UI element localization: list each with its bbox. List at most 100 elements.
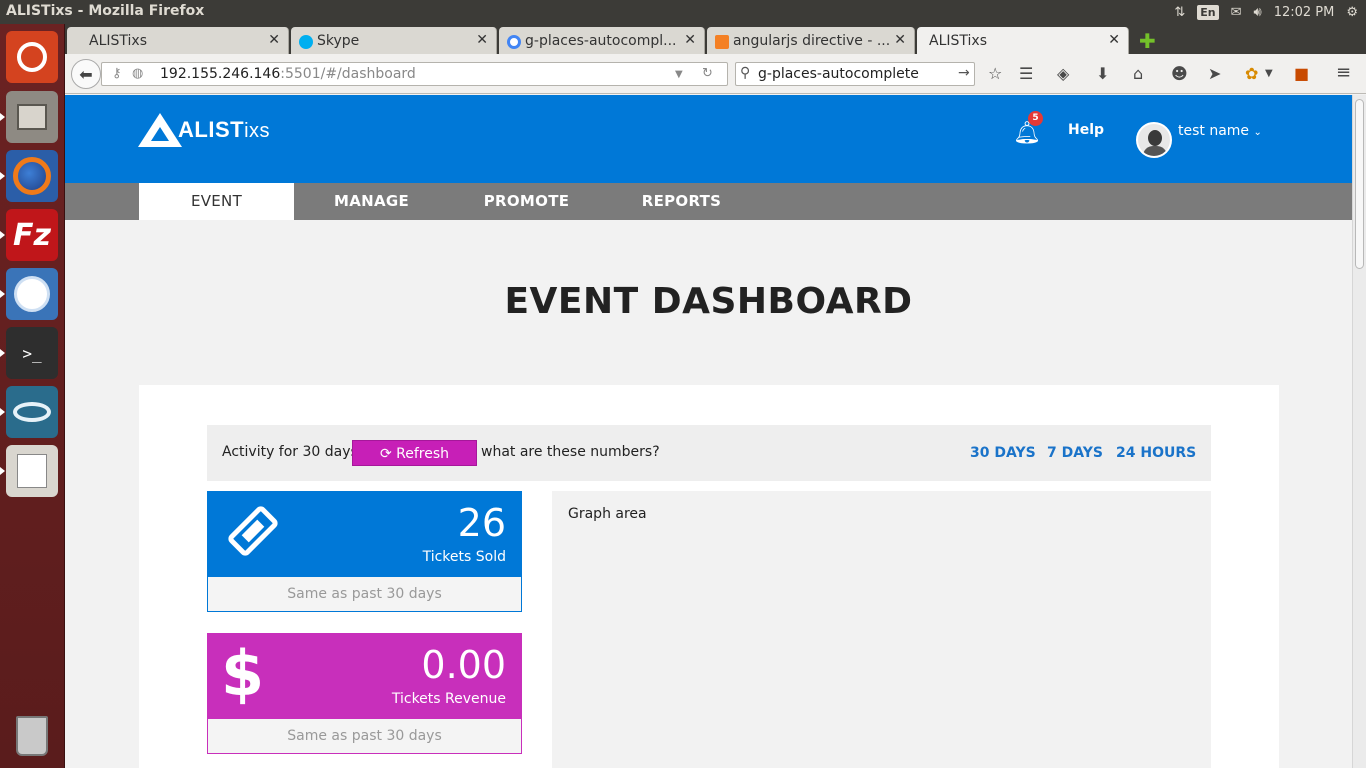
unity-launcher: Fz >_ <box>0 24 65 768</box>
home-icon[interactable]: ⌂ <box>1133 64 1143 83</box>
logo-mark-icon <box>138 113 182 147</box>
reload-icon[interactable]: ↻ <box>702 66 713 81</box>
ubuntu-dash-icon[interactable] <box>6 31 58 83</box>
menu-hamburger-icon[interactable]: ≡ <box>1336 62 1351 83</box>
filezilla-icon[interactable]: Fz <box>0 209 58 261</box>
range-7-days[interactable]: 7 DAYS <box>1047 445 1103 461</box>
clock-app-icon[interactable] <box>0 268 58 320</box>
addon-icon[interactable]: ■ <box>1294 64 1309 83</box>
search-bar[interactable]: ⚲ g-places-autocomplete → <box>735 62 975 86</box>
google-favicon-icon <box>507 35 521 49</box>
pocket-icon[interactable]: ◈ <box>1057 64 1069 83</box>
main-nav: EVENT MANAGE PROMOTE REPORTS <box>65 183 1352 220</box>
activity-label: Activity for 30 days <box>222 444 358 460</box>
url-text: 192.155.246.146:5501/#/dashboard <box>160 66 416 82</box>
help-link[interactable]: Help <box>1068 122 1104 138</box>
graph-area: Graph area <box>552 491 1211 768</box>
tab-g-places[interactable]: g-places-autocompl... ✕ <box>499 27 705 54</box>
browser-navigation-bar: ⬅ ⚷ ◍ 192.155.246.146:5501/#/dashboard ▼… <box>65 54 1366 94</box>
clock[interactable]: 12:02 PM <box>1274 5 1335 20</box>
chat-icon[interactable]: ☻ <box>1171 64 1188 83</box>
tickets-sold-label: Tickets Sold <box>422 549 506 565</box>
close-icon[interactable]: ✕ <box>268 32 280 48</box>
tab-promote[interactable]: PROMOTE <box>449 183 604 220</box>
key-icon: ⚷ <box>112 66 122 81</box>
search-value: g-places-autocomplete <box>758 66 919 82</box>
extension-dropdown-icon[interactable]: ▼ <box>1265 68 1273 79</box>
network-updown-icon[interactable]: ⇅ <box>1174 5 1185 20</box>
web-page: ALISTixs 🔔︎ 5 Help test name ⌄ EVENT MAN… <box>65 95 1352 768</box>
close-icon[interactable]: ✕ <box>894 32 906 48</box>
volume-icon[interactable]: 🔊︎ <box>1253 5 1261 20</box>
search-icon: ⚲ <box>740 65 751 81</box>
tab-label: ALISTixs <box>89 33 147 49</box>
tickets-revenue-value: 0.00 <box>421 643 506 687</box>
system-tray: ⇅ En ✉ 🔊︎ 12:02 PM ⚙ <box>1174 0 1366 24</box>
tab-angularjs[interactable]: angularjs directive - ... ✕ <box>707 27 915 54</box>
close-icon[interactable]: ✕ <box>1108 32 1120 48</box>
trash-icon[interactable] <box>6 710 58 762</box>
bookmark-star-icon[interactable]: ☆ <box>988 64 1002 83</box>
globe-icon: ◍ <box>132 66 144 81</box>
text-editor-icon[interactable] <box>0 445 58 497</box>
mail-icon[interactable]: ✉ <box>1231 5 1242 20</box>
range-24-hours[interactable]: 24 HOURS <box>1116 445 1196 461</box>
remote-desktop-icon[interactable] <box>0 386 58 438</box>
skype-favicon-icon <box>299 35 313 49</box>
dollar-icon: $ <box>221 637 265 710</box>
stackoverflow-favicon-icon <box>715 35 729 49</box>
files-icon[interactable] <box>0 91 58 143</box>
extension-icon[interactable]: ✿ <box>1245 64 1258 83</box>
keyboard-layout-indicator[interactable]: En <box>1197 4 1219 20</box>
tab-label: g-places-autocompl... <box>525 33 677 49</box>
tickets-sold-card: 26 Tickets Sold Same as past 30 days <box>207 491 522 612</box>
terminal-icon[interactable]: >_ <box>0 327 58 379</box>
activity-bar: Activity for 30 days ⟳ Refresh what are … <box>207 425 1211 481</box>
page-scrollbar[interactable] <box>1352 95 1366 768</box>
alistixs-logo[interactable]: ALISTixs <box>138 113 270 147</box>
close-icon[interactable]: ✕ <box>684 32 696 48</box>
user-menu[interactable]: test name ⌄ <box>1178 123 1262 139</box>
new-tab-plus-icon[interactable]: ✚ <box>1139 29 1156 53</box>
tab-label: angularjs directive - ... <box>733 33 891 49</box>
browser-tab-strip: ALISTixs ✕ Skype ✕ g-places-autocompl...… <box>65 24 1366 54</box>
firefox-icon[interactable] <box>0 150 58 202</box>
tickets-revenue-card: $ 0.00 Tickets Revenue Same as past 30 d… <box>207 633 522 754</box>
refresh-button[interactable]: ⟳ Refresh <box>352 440 477 466</box>
tab-alistixs-1[interactable]: ALISTixs ✕ <box>67 27 289 54</box>
downloads-icon[interactable]: ⬇ <box>1096 64 1109 83</box>
graph-area-label: Graph area <box>568 506 647 522</box>
range-30-days[interactable]: 30 DAYS <box>970 445 1036 461</box>
tab-event[interactable]: EVENT <box>139 183 294 220</box>
close-icon[interactable]: ✕ <box>476 32 488 48</box>
back-arrow-icon[interactable]: ⬅ <box>71 59 101 89</box>
scrollbar-thumb[interactable] <box>1355 99 1364 269</box>
tab-reports[interactable]: REPORTS <box>604 183 759 220</box>
notification-count-badge: 5 <box>1028 111 1043 126</box>
dashboard-panel: Activity for 30 days ⟳ Refresh what are … <box>139 385 1279 768</box>
ticket-icon <box>228 506 278 556</box>
tickets-sold-value: 26 <box>457 501 506 545</box>
tab-manage[interactable]: MANAGE <box>294 183 449 220</box>
tab-skype[interactable]: Skype ✕ <box>291 27 497 54</box>
tab-label: Skype <box>317 33 360 49</box>
search-go-arrow-icon[interactable]: → <box>958 65 970 81</box>
bookmarks-list-icon[interactable]: ☰ <box>1019 64 1033 83</box>
send-icon[interactable]: ➤ <box>1208 64 1221 83</box>
settings-gear-icon[interactable]: ⚙ <box>1346 5 1358 20</box>
tickets-sold-footer: Same as past 30 days <box>207 577 522 612</box>
avatar[interactable] <box>1136 122 1172 158</box>
numbers-help-text[interactable]: what are these numbers? <box>481 444 660 460</box>
chevron-down-icon: ⌄ <box>1253 127 1262 138</box>
tickets-revenue-label: Tickets Revenue <box>391 691 506 707</box>
tickets-revenue-footer: Same as past 30 days <box>207 719 522 754</box>
refresh-icon: ⟳ <box>379 446 392 462</box>
url-bar[interactable]: ⚷ ◍ 192.155.246.146:5501/#/dashboard ▼ ↻ <box>101 62 728 86</box>
tab-alistixs-active[interactable]: ALISTixs ✕ <box>917 27 1129 54</box>
url-dropdown-icon[interactable]: ▼ <box>675 69 683 80</box>
page-title: EVENT DASHBOARD <box>504 281 913 322</box>
system-top-panel: ALISTixs - Mozilla Firefox ⇅ En ✉ 🔊︎ 12:… <box>0 0 1366 24</box>
app-header: ALISTixs 🔔︎ 5 Help test name ⌄ <box>65 95 1352 183</box>
tab-label: ALISTixs <box>929 33 987 49</box>
window-title: ALISTixs - Mozilla Firefox <box>6 3 205 19</box>
